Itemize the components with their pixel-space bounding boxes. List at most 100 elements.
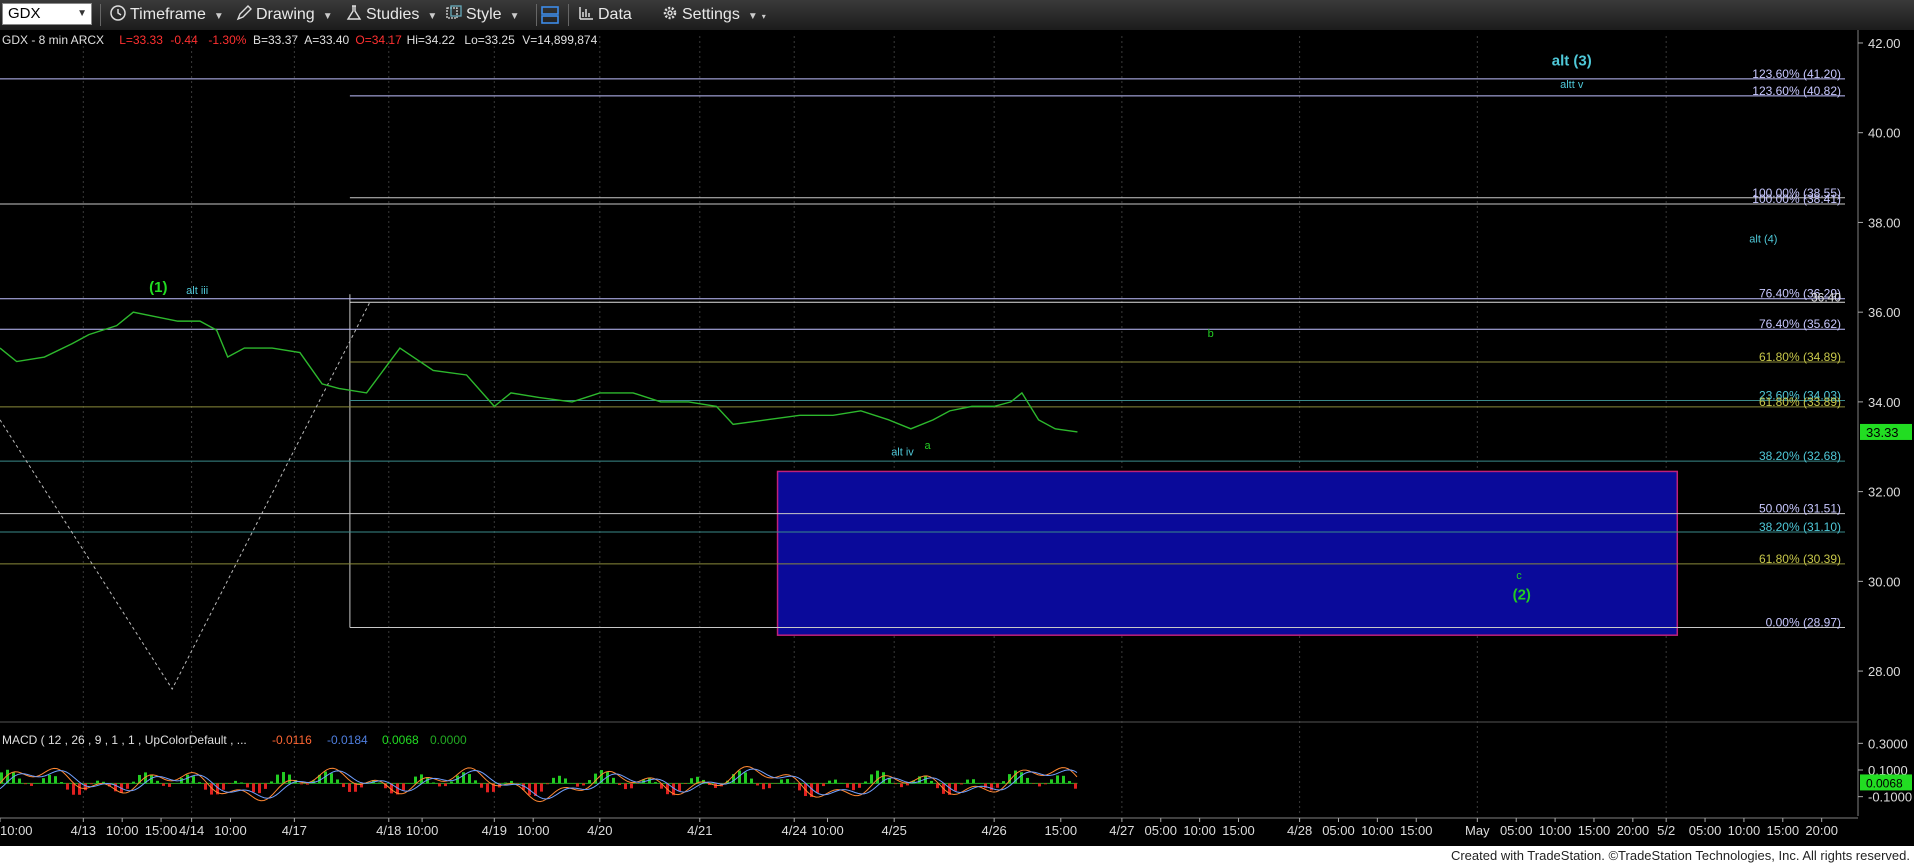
macd-histogram-bar <box>468 774 471 784</box>
flask-icon <box>346 5 362 20</box>
timeframe-label: Timeframe <box>130 6 206 23</box>
macd-histogram-bar <box>156 780 159 784</box>
data-menu[interactable]: Data <box>578 5 632 25</box>
chart-background <box>0 30 1914 846</box>
macd-histogram-bar <box>1020 772 1023 784</box>
macd-histogram-bar <box>186 774 189 784</box>
settings-menu[interactable]: Settings ▼ ▾ <box>662 5 766 25</box>
time-tick-label: 4/13 <box>71 823 96 838</box>
time-tick-label: 05:00 <box>1500 823 1533 838</box>
macd-histogram-bar <box>450 781 453 784</box>
macd-histogram-bar <box>300 783 303 785</box>
macd-histogram-bar <box>510 780 513 784</box>
macd-histogram-bar <box>462 772 465 784</box>
macd-histogram-bar <box>132 781 135 784</box>
macd-histogram-bar <box>858 783 861 788</box>
chevron-down-icon: ▼ <box>747 11 758 22</box>
header-info-value: L=33.33 <box>119 33 163 47</box>
macd-histogram-bar <box>438 783 441 787</box>
macd-histogram-bar <box>846 783 849 788</box>
macd-histogram-bar <box>762 783 765 790</box>
toolbar-divider <box>568 4 569 26</box>
time-tick-label: 4/26 <box>981 823 1006 838</box>
macd-histogram-bar <box>876 770 879 784</box>
header-info-value: O=34.17 <box>355 33 402 47</box>
macd-histogram-bar <box>990 783 993 791</box>
macd-histogram-bar <box>354 783 357 792</box>
macd-histogram-bar <box>1056 775 1059 784</box>
time-tick-label: 15:00 <box>145 823 178 838</box>
macd-histogram-bar <box>1050 779 1053 784</box>
studies-menu[interactable]: Studies ▼ <box>346 5 437 25</box>
time-tick-label: 05:00 <box>1322 823 1355 838</box>
macd-histogram-bar <box>582 783 585 786</box>
macd-last-value: 0.0068 <box>1866 776 1903 790</box>
time-tick-label: 10:00 <box>214 823 247 838</box>
macd-histogram-bar <box>906 783 909 786</box>
fib-level-label: 76.40% (35.62) <box>1759 317 1841 331</box>
chevron-down-icon: ▼ <box>213 11 224 22</box>
price-tick-label: 30.00 <box>1868 574 1901 589</box>
macd-histogram-bar <box>822 783 825 787</box>
target-zone-box[interactable] <box>776 470 1679 636</box>
price-chart[interactable]: GDX - 8 min ARCX L=33.33 -0.44 -1.30% B=33.3… <box>0 30 1914 846</box>
macd-histogram-bar <box>504 782 507 784</box>
price-tick-label: 28.00 <box>1868 664 1901 679</box>
time-tick-label: 15:00 <box>1578 823 1611 838</box>
macd-histogram-bar <box>126 783 129 789</box>
macd-histogram-bar <box>1026 777 1029 784</box>
macd-histogram-bar <box>198 782 201 784</box>
copyright-footer: Created with TradeStation. ©TradeStation… <box>0 846 1914 866</box>
header-info-value: A=33.40 <box>304 33 349 47</box>
macd-histogram-bar <box>336 779 339 784</box>
macd-histogram-bar <box>162 783 165 786</box>
macd-histogram-bar <box>168 783 171 787</box>
fib-level-label: 38.20% (32.68) <box>1759 449 1841 463</box>
panels-button[interactable] <box>540 5 564 25</box>
header-info-value: -1.30% <box>208 33 246 47</box>
wave-label: (1) <box>149 279 167 296</box>
macd-histogram-bar <box>780 779 783 784</box>
macd-histogram-bar <box>432 782 435 784</box>
macd-histogram-bar <box>1038 783 1041 787</box>
price-tick-label: 36.00 <box>1868 305 1901 320</box>
toolbar: GDX ▼ Timeframe ▼ Drawing ▼ Studies ▼ Style… <box>0 0 1914 31</box>
fib-level-label: 123.60% (40.82) <box>1752 84 1841 98</box>
time-tick-label: 20:00 <box>1617 823 1650 838</box>
macd-value: 0.0000 <box>430 733 467 747</box>
macd-histogram-bar <box>204 783 207 790</box>
price-tick-label: 42.00 <box>1868 36 1901 51</box>
fib-level-label: 100.00% (38.41) <box>1752 192 1841 206</box>
chevron-down-icon[interactable]: ▼ <box>77 4 87 24</box>
panels-icon <box>541 6 559 24</box>
macd-histogram-bar <box>474 780 477 784</box>
wave-label: alt (4) <box>1749 234 1777 246</box>
macd-histogram-bar <box>240 782 243 784</box>
header-info-value: V=14,899,874 <box>522 33 597 47</box>
macd-histogram-bar <box>900 783 903 788</box>
macd-histogram-bar <box>60 782 63 784</box>
fib-level-label: 61.80% (33.89) <box>1759 395 1841 409</box>
macd-tick-label: 0.3000 <box>1868 736 1908 751</box>
fib-level-label: 0.00% (28.97) <box>1766 616 1841 630</box>
fib-level-label: 38.20% (31.10) <box>1759 520 1841 534</box>
macd-histogram-bar <box>330 773 333 784</box>
price-tick-label: 32.00 <box>1868 485 1901 500</box>
time-tick-label: 15:00 <box>1767 823 1800 838</box>
macd-histogram-bar <box>288 774 291 784</box>
macd-histogram-bar <box>90 783 93 785</box>
macd-histogram-bar <box>1074 783 1077 789</box>
timeframe-menu[interactable]: Timeframe ▼ <box>110 5 224 25</box>
macd-histogram-bar <box>342 783 345 788</box>
symbol-input[interactable]: GDX ▼ <box>2 3 92 25</box>
time-tick-label: 10:00 <box>0 823 33 838</box>
macd-histogram-bar <box>1002 781 1005 784</box>
style-menu[interactable]: Style ▼ <box>446 5 519 25</box>
wave-label: b <box>1208 328 1214 340</box>
drawing-menu[interactable]: Drawing ▼ <box>236 5 333 25</box>
macd-histogram-bar <box>258 783 261 794</box>
macd-histogram-bar <box>348 783 351 792</box>
macd-histogram-bar <box>786 779 789 784</box>
more-icon[interactable]: ▾ <box>762 12 766 21</box>
macd-histogram-bar <box>1044 783 1047 785</box>
